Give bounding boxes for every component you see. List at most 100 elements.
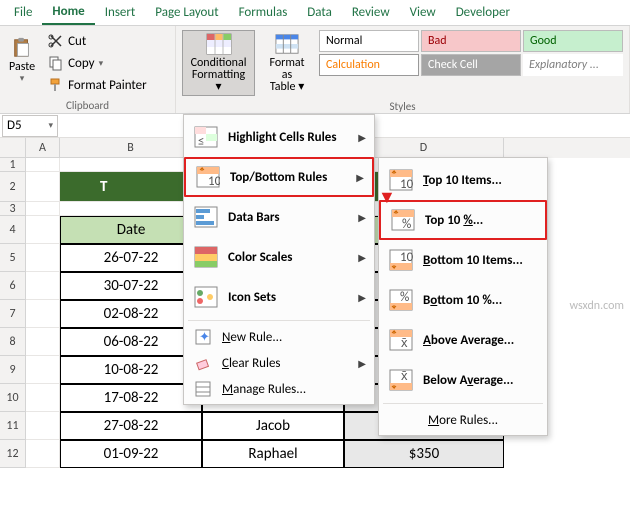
style-normal[interactable]: Normal — [319, 30, 419, 52]
menu-label: Below Average... — [423, 373, 514, 388]
name-box[interactable]: D5 ▾ — [2, 115, 58, 137]
chevron-right-icon: ▶ — [358, 291, 366, 304]
color-scales-icon — [194, 246, 218, 268]
data-cell[interactable]: 26-07-22 — [60, 244, 202, 272]
svg-text:10: 10 — [208, 174, 220, 188]
menu-separator — [383, 403, 543, 404]
row-header[interactable]: 2 — [0, 172, 26, 202]
chevron-right-icon: ▶ — [356, 171, 364, 184]
menu-highlight-cells-rules[interactable]: ≤ Highlight Cells Rules ▶ — [184, 117, 374, 157]
menu-data-bars[interactable]: Data Bars ▶ — [184, 197, 374, 237]
menu-icon-sets[interactable]: Icon Sets ▶ — [184, 277, 374, 317]
data-cell[interactable]: 27-08-22 — [60, 412, 202, 440]
row-header[interactable]: 3 — [0, 202, 26, 216]
style-check-cell[interactable]: Check Cell — [421, 54, 521, 76]
data-cell[interactable]: 02-08-22 — [60, 300, 202, 328]
below-average-icon: x̄ — [389, 369, 413, 391]
style-good[interactable]: Good — [523, 30, 623, 52]
svg-text:%: % — [400, 290, 409, 305]
menu-new-rule[interactable]: ✦ New Rule... — [184, 324, 374, 350]
tab-view[interactable]: View — [400, 1, 446, 24]
paste-button[interactable]: Paste ▾ — [4, 34, 40, 87]
tab-home[interactable]: Home — [42, 0, 94, 25]
menu-label: Top 10 %... — [425, 213, 483, 228]
menu-label: Bottom 10 %... — [423, 293, 502, 308]
menu-separator — [188, 320, 370, 321]
style-calculation[interactable]: Calculation — [319, 54, 419, 76]
menu-above-average[interactable]: x̄ Above Average... — [379, 320, 547, 360]
data-cell[interactable]: 06-08-22 — [60, 328, 202, 356]
top-10-percent-icon: % — [391, 209, 415, 231]
data-cell[interactable]: 10-08-22 — [60, 356, 202, 384]
menu-bottom-10-percent[interactable]: % Bottom 10 %... — [379, 280, 547, 320]
group-clipboard: Paste ▾ Cut Copy ▾ Format Painter C — [0, 26, 176, 113]
menu-label: Top/Bottom Rules — [230, 170, 327, 185]
tab-insert[interactable]: Insert — [95, 1, 146, 24]
data-cell[interactable]: Raphael — [202, 440, 344, 468]
data-cell[interactable]: Jacob — [202, 412, 344, 440]
menu-label: Color Scales — [228, 250, 292, 265]
top-bottom-icon: 10 — [196, 166, 220, 188]
cut-button[interactable]: Cut — [44, 30, 151, 52]
menu-label: Data Bars — [228, 210, 280, 225]
bottom-10-items-icon: 10 — [389, 249, 413, 271]
row-header[interactable]: 7 — [0, 300, 26, 328]
row-header[interactable]: 11 — [0, 412, 26, 440]
menu-below-average[interactable]: x̄ Below Average... — [379, 360, 547, 400]
row-header[interactable]: 12 — [0, 440, 26, 468]
row-header[interactable]: 1 — [0, 158, 26, 172]
menu-top-10-percent[interactable]: % Top 10 %... — [379, 200, 547, 240]
menu-label: Top 10 Items... — [423, 173, 502, 188]
style-explanatory[interactable]: Explanatory ... — [523, 54, 623, 76]
chevron-right-icon: ▶ — [358, 211, 366, 224]
format-as-table-button[interactable]: Format asTable ▾ — [259, 30, 315, 96]
style-bad[interactable]: Bad — [421, 30, 521, 52]
col-header-a[interactable]: A — [26, 138, 60, 158]
row-header[interactable]: 6 — [0, 272, 26, 300]
row-header[interactable]: 8 — [0, 328, 26, 356]
menu-label: Highlight Cells Rules — [228, 130, 337, 145]
row-header[interactable]: 4 — [0, 216, 26, 244]
data-cell[interactable]: 01-09-22 — [60, 440, 202, 468]
icon-sets-icon — [194, 286, 218, 308]
cell-styles-gallery[interactable]: Normal Bad Good Calculation Check Cell E… — [317, 28, 625, 78]
conditional-formatting-button[interactable]: ConditionalFormatting ▾ — [182, 30, 255, 96]
svg-text:≤: ≤ — [198, 134, 204, 148]
tab-file[interactable]: File — [4, 1, 42, 24]
menu-more-rules[interactable]: More Rules... — [379, 407, 547, 433]
menu-clear-rules[interactable]: Clear Rules ▶ — [184, 350, 374, 376]
chevron-down-icon[interactable]: ▾ — [48, 120, 53, 131]
paste-icon — [10, 37, 34, 59]
data-cell[interactable]: 17-08-22 — [60, 384, 202, 412]
format-painter-button[interactable]: Format Painter — [44, 74, 151, 96]
scissors-icon — [48, 33, 64, 49]
menu-top-10-items[interactable]: 10 Top 10 Items... — [379, 160, 547, 200]
svg-text:✦: ✦ — [199, 330, 210, 345]
menu-label: Clear Rules — [222, 356, 281, 371]
tab-formulas[interactable]: Formulas — [229, 1, 298, 24]
data-cell[interactable]: 30-07-22 — [60, 272, 202, 300]
header-date-cell[interactable]: Date — [60, 216, 202, 244]
tab-data[interactable]: Data — [297, 1, 342, 24]
copy-label: Copy — [68, 56, 94, 71]
menu-label: More Rules... — [428, 413, 498, 428]
row-header[interactable]: 5 — [0, 244, 26, 272]
menu-label: Above Average... — [423, 333, 514, 348]
data-cell[interactable]: $350 — [344, 440, 504, 468]
select-all-triangle[interactable] — [0, 138, 26, 158]
tab-developer[interactable]: Developer — [446, 1, 520, 24]
tab-review[interactable]: Review — [342, 1, 400, 24]
col-header-b[interactable]: B — [60, 138, 202, 158]
tab-page-layout[interactable]: Page Layout — [145, 1, 228, 24]
svg-text:10: 10 — [400, 250, 413, 265]
row-header[interactable]: 9 — [0, 356, 26, 384]
annotation-arrow: ▼ — [378, 186, 396, 208]
copy-button[interactable]: Copy ▾ — [44, 52, 151, 74]
menu-top-bottom-rules[interactable]: 10 Top/Bottom Rules ▶ — [184, 157, 374, 197]
svg-text:%: % — [402, 217, 411, 231]
ribbon-body: Paste ▾ Cut Copy ▾ Format Painter C — [0, 26, 630, 114]
menu-color-scales[interactable]: Color Scales ▶ — [184, 237, 374, 277]
menu-bottom-10-items[interactable]: 10 Bottom 10 Items... — [379, 240, 547, 280]
row-header[interactable]: 10 — [0, 384, 26, 412]
menu-manage-rules[interactable]: Manage Rules... — [184, 376, 374, 402]
